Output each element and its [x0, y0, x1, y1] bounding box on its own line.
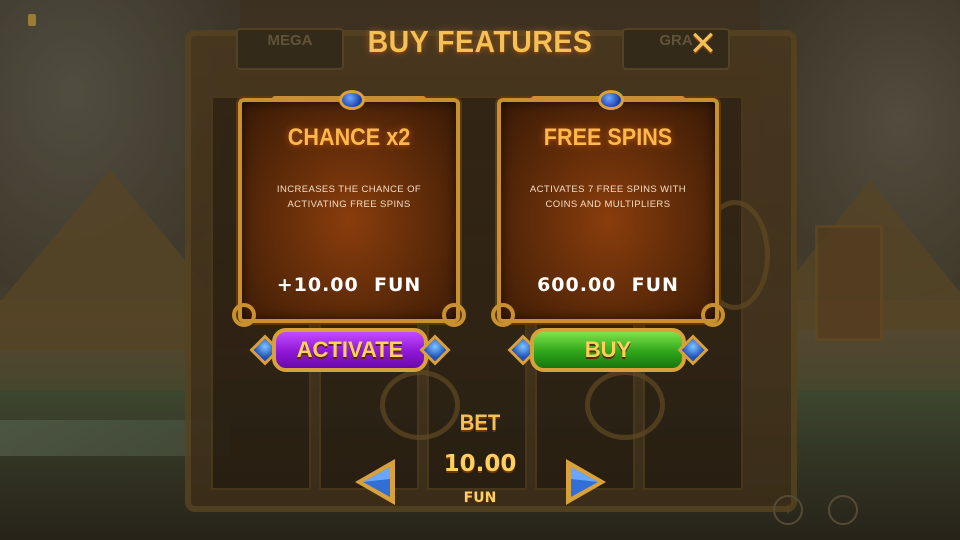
- card-ornament: [531, 96, 601, 102]
- arrow-left-icon[interactable]: [349, 455, 401, 509]
- card-ornament: [615, 96, 685, 102]
- card-corner-ornament: [232, 303, 256, 327]
- bet-label: BET: [459, 410, 501, 435]
- activate-button[interactable]: ACTIVATE: [272, 328, 428, 372]
- feature-price: +10.00 FUN: [276, 274, 422, 296]
- feature-title: CHANCE x2: [287, 124, 411, 151]
- card-corner-ornament: [442, 303, 466, 327]
- bet-currency: FUN: [463, 490, 497, 506]
- feature-card-free-spins: FREE SPINS ACTIVATES 7 FREE SPINS WITH C…: [491, 90, 725, 327]
- gem-icon: [339, 90, 365, 110]
- card-ornament: [272, 96, 342, 102]
- arrow-right-icon[interactable]: [560, 455, 612, 509]
- feature-description: ACTIVATES 7 FREE SPINS WITH COINS AND MU…: [529, 184, 687, 210]
- feature-card-chance: CHANCE x2 INCREASES THE CHANCE OF ACTIVA…: [232, 90, 466, 327]
- close-icon[interactable]: ✕: [683, 24, 723, 64]
- dialog-title: BUY FEATURES: [367, 24, 593, 59]
- bet-value: 10.00: [443, 451, 517, 477]
- card-corner-ornament: [491, 303, 515, 327]
- gem-icon: [598, 90, 624, 110]
- buy-button[interactable]: BUY: [530, 328, 686, 372]
- feature-price: 600.00 FUN: [537, 274, 679, 296]
- card-corner-ornament: [701, 303, 725, 327]
- feature-description: INCREASES THE CHANCE OF ACTIVATING FREE …: [276, 184, 422, 210]
- card-ornament: [356, 96, 426, 102]
- buy-button-group: BUY: [507, 326, 709, 376]
- activate-button-group: ACTIVATE: [249, 326, 451, 376]
- feature-title: FREE SPINS: [543, 124, 673, 151]
